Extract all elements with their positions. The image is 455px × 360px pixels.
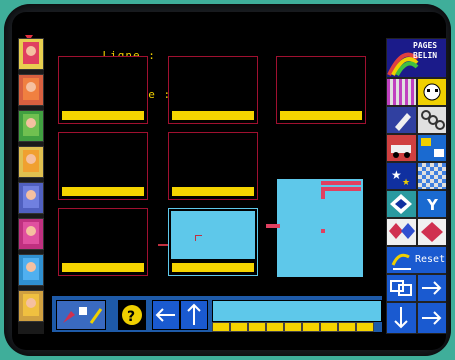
palette-swatch[interactable] [320, 322, 338, 332]
page-icon[interactable] [18, 290, 44, 322]
page-slot-bar [172, 263, 254, 272]
page-slot[interactable] [168, 132, 258, 200]
stripes-tool-icon[interactable] [386, 78, 417, 106]
page-icon[interactable] [18, 110, 44, 142]
arrow-right-icon[interactable] [417, 302, 446, 334]
arrow-down-icon[interactable] [386, 302, 417, 334]
page-slot-bar [172, 111, 254, 120]
page-slot-bar [62, 187, 144, 196]
preview-dot [321, 229, 325, 233]
slot-connector [158, 244, 168, 246]
page-icon[interactable] [18, 146, 44, 178]
page-slot-bar [280, 111, 362, 120]
preview-pointer [266, 224, 280, 228]
arrow-right-icon[interactable] [417, 274, 446, 302]
vehicle-tool-icon[interactable] [386, 134, 417, 162]
pattern-tool-icon[interactable] [417, 134, 446, 162]
page-icon[interactable] [18, 74, 44, 106]
preview-shape-top [321, 181, 361, 185]
tools-icon[interactable] [56, 300, 106, 330]
arrow-up-icon[interactable] [180, 300, 208, 330]
diamond-tool-icon[interactable] [386, 190, 417, 218]
page-slot-preview [171, 211, 255, 259]
svg-text:★: ★ [391, 168, 402, 182]
checker-tool-icon[interactable] [417, 162, 446, 190]
page-icon[interactable] [18, 218, 44, 250]
copy-tool-icon[interactable] [386, 274, 417, 302]
svg-text:Y: Y [426, 196, 439, 214]
arrow-left-icon[interactable] [152, 300, 180, 330]
face-tool-icon[interactable] [417, 78, 446, 106]
cursor-marker [195, 235, 202, 241]
chain-tool-icon[interactable] [417, 106, 446, 134]
pages-label: PAGES [413, 41, 438, 50]
palette-swatch[interactable] [284, 322, 302, 332]
left-page-toolbar [18, 38, 44, 334]
letter-y-tool-icon[interactable]: Y [417, 190, 446, 218]
stars-tool-icon[interactable]: ★ ★ [386, 162, 417, 190]
palette-swatch[interactable] [248, 322, 266, 332]
right-tool-palette: PAGES BELIN ★ ★ Y Reset [386, 38, 446, 338]
preview-shape-corner [321, 187, 361, 199]
screen: Ligne : 25 - Colonne : 2 [12, 12, 446, 350]
palette-strip [212, 300, 382, 322]
palette-swatch[interactable] [356, 322, 374, 332]
shapes-tool-icon[interactable] [386, 218, 417, 246]
paint-tool-icon[interactable] [386, 106, 417, 134]
diamond2-tool-icon[interactable] [417, 218, 446, 246]
palette-swatch[interactable] [212, 322, 230, 332]
page-icon[interactable] [18, 254, 44, 286]
page-slot[interactable] [276, 56, 366, 124]
page-slot-bar [62, 111, 144, 120]
page-slot-bar [62, 263, 144, 272]
palette-swatch[interactable] [302, 322, 320, 332]
page-slot[interactable] [58, 132, 148, 200]
page-slot[interactable] [58, 208, 148, 276]
page-slot[interactable] [168, 56, 258, 124]
bottom-toolbar: ? [52, 296, 382, 332]
palette-swatch[interactable] [266, 322, 284, 332]
belin-label: BELIN [413, 51, 438, 60]
svg-text:★: ★ [402, 178, 410, 188]
page-slot-bar [172, 187, 254, 196]
question-icon[interactable]: ? [118, 300, 146, 330]
pages-belin-logo[interactable]: PAGES BELIN [386, 38, 446, 78]
reset-label: Reset [415, 254, 446, 265]
reset-button[interactable]: Reset [386, 246, 446, 274]
page-icon[interactable] [18, 38, 44, 70]
palette-swatch[interactable] [338, 322, 356, 332]
page-slot[interactable] [58, 56, 148, 124]
palette-swatch[interactable] [230, 322, 248, 332]
page-preview-large[interactable] [276, 178, 364, 278]
page-icon[interactable] [18, 182, 44, 214]
svg-text:?: ? [127, 309, 135, 325]
page-slot-selected[interactable] [168, 208, 258, 276]
